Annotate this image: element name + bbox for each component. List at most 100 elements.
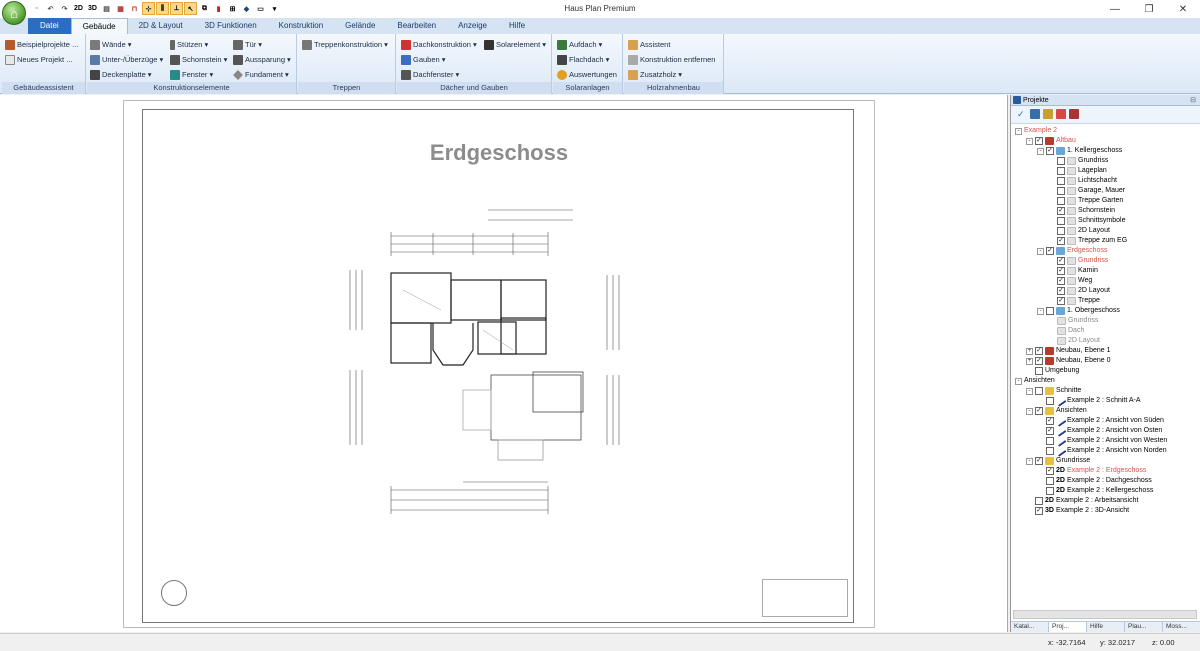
tree-node[interactable]: Example 2 : Ansicht von Westen <box>1037 435 1167 447</box>
tree-node[interactable]: - Ansichten <box>1015 376 1055 386</box>
visibility-checkbox[interactable] <box>1035 367 1043 375</box>
konstruktion-entfernen-button[interactable]: Konstruktion entfernen <box>628 53 715 66</box>
tree-node[interactable]: - 1. Obergeschoss <box>1037 306 1120 316</box>
tree-node[interactable]: ✓ 2D Layout <box>1048 286 1110 296</box>
delete-icon[interactable] <box>1056 109 1066 119</box>
visibility-checkbox[interactable] <box>1035 387 1043 395</box>
visibility-checkbox[interactable]: ✓ <box>1057 237 1065 245</box>
visibility-checkbox[interactable] <box>1046 487 1054 495</box>
tree-node[interactable]: + ✓ Neubau, Ebene 1 <box>1026 346 1111 356</box>
visibility-checkbox[interactable] <box>1046 447 1054 455</box>
tree-node[interactable]: 2D Layout <box>1048 336 1100 346</box>
tree-node[interactable]: ✓ Kamin <box>1048 266 1098 276</box>
tree-node[interactable]: 2D Example 2 : Kellergeschoss <box>1037 486 1153 496</box>
visibility-checkbox[interactable]: ✓ <box>1057 277 1065 285</box>
close-button[interactable]: ✕ <box>1166 0 1200 18</box>
neues-projekt-button[interactable]: Neues Projekt ... <box>5 53 72 66</box>
tree-node[interactable]: ✓ Schornstein <box>1048 206 1115 216</box>
visibility-checkbox[interactable]: ✓ <box>1046 467 1054 475</box>
tree-node[interactable]: ✓ 3D Example 2 : 3D-Ansicht <box>1026 506 1129 516</box>
flachdach-button[interactable]: Flachdach ▾ <box>557 53 609 66</box>
aussparung-button[interactable]: Aussparung ▾ <box>233 53 291 66</box>
gauben-button[interactable]: Gauben ▾ <box>401 53 445 66</box>
assistent-button[interactable]: Assistent <box>628 38 670 51</box>
aufdach-button[interactable]: Aufdach ▾ <box>557 38 602 51</box>
pin-icon[interactable]: ⊟ <box>1190 95 1196 106</box>
visibility-checkbox[interactable] <box>1057 227 1065 235</box>
tree-node[interactable]: - Example 2 <box>1015 126 1057 136</box>
tree-node[interactable]: Dach <box>1048 326 1084 336</box>
tab-katalog[interactable]: Katal... <box>1011 622 1049 632</box>
collapse-icon[interactable]: - <box>1026 387 1033 395</box>
tree-node[interactable]: - ✓ Erdgeschoss <box>1037 246 1107 256</box>
visibility-checkbox[interactable] <box>1046 307 1054 315</box>
panel-scrollbar[interactable] <box>1013 610 1197 619</box>
visibility-checkbox[interactable]: ✓ <box>1057 287 1065 295</box>
visibility-checkbox[interactable]: ✓ <box>1035 457 1043 465</box>
tree-node[interactable]: Lichtschacht <box>1048 176 1117 186</box>
tree-node[interactable]: Example 2 : Ansicht von Norden <box>1037 445 1167 457</box>
waende-button[interactable]: Wände ▾ <box>90 38 132 51</box>
visibility-checkbox[interactable]: ✓ <box>1057 207 1065 215</box>
visibility-checkbox[interactable] <box>1035 497 1043 505</box>
tab-2d-layout[interactable]: 2D & Layout <box>128 18 194 34</box>
tree-node[interactable]: ✓ 2D Example 2 : Erdgeschoss <box>1037 466 1146 476</box>
house-add-icon[interactable] <box>1069 109 1079 119</box>
tree-node[interactable]: + ✓ Neubau, Ebene 0 <box>1026 356 1111 366</box>
tree-node[interactable]: - Schnitte <box>1026 386 1081 396</box>
visibility-checkbox[interactable]: ✓ <box>1046 417 1054 425</box>
tree-node[interactable]: Schnittsymbole <box>1048 216 1125 226</box>
dachkonstruktion-button[interactable]: Dachkonstruktion ▾ <box>401 38 477 51</box>
tuer-button[interactable]: Tür ▾ <box>233 38 262 51</box>
tree-node[interactable]: - ✓ Ansichten <box>1026 406 1087 416</box>
expand-icon[interactable]: + <box>1026 347 1033 355</box>
stuetzen-button[interactable]: Stützen ▾ <box>170 38 208 51</box>
visibility-checkbox[interactable] <box>1057 177 1065 185</box>
tab-gebaeude[interactable]: Gebäude <box>70 18 128 34</box>
app-menu-button[interactable]: ⌂ <box>2 1 26 25</box>
visibility-checkbox[interactable] <box>1046 437 1054 445</box>
tree-node[interactable]: Example 2 : Schnitt A-A <box>1037 395 1141 407</box>
tree-node[interactable]: Treppe Garten <box>1048 196 1123 206</box>
tree-node[interactable]: Umgebung <box>1026 366 1079 376</box>
tab-masse[interactable]: Moss... <box>1163 622 1200 632</box>
collapse-icon[interactable]: - <box>1037 147 1044 155</box>
chart-icon[interactable] <box>1030 109 1040 119</box>
visibility-checkbox[interactable]: ✓ <box>1057 257 1065 265</box>
tab-hilfe[interactable]: Hilfe <box>498 18 536 34</box>
tab-hilfe-panel[interactable]: Hilfe <box>1087 622 1125 632</box>
tree-node[interactable]: Garage, Mauer <box>1048 186 1125 196</box>
check-icon[interactable]: ✓ <box>1017 109 1027 119</box>
tree-node[interactable]: 2D Example 2 : Arbeitsansicht <box>1026 496 1138 506</box>
tree-node[interactable]: ✓ Grundriss <box>1048 256 1108 266</box>
tab-datei[interactable]: Datei <box>28 18 71 34</box>
visibility-checkbox[interactable]: ✓ <box>1035 137 1043 145</box>
tab-plaene[interactable]: Plau... <box>1125 622 1163 632</box>
collapse-icon[interactable]: - <box>1037 247 1044 255</box>
tab-3d-funktionen[interactable]: 3D Funktionen <box>194 18 268 34</box>
tree-node[interactable]: Lageplan <box>1048 166 1107 176</box>
collapse-icon[interactable]: - <box>1015 127 1022 135</box>
tree-node[interactable]: Grundriss <box>1048 156 1108 166</box>
tree-node[interactable]: ✓ Weg <box>1048 276 1092 286</box>
deckenplatte-button[interactable]: Deckenplatte ▾ <box>90 68 152 81</box>
visibility-checkbox[interactable]: ✓ <box>1046 147 1054 155</box>
unterzuege-button[interactable]: Unter-/Überzüge ▾ <box>90 53 163 66</box>
dachfenster-button[interactable]: Dachfenster ▾ <box>401 68 459 81</box>
visibility-checkbox[interactable]: ✓ <box>1046 427 1054 435</box>
tree-node[interactable]: 2D Layout <box>1048 226 1110 236</box>
visibility-checkbox[interactable]: ✓ <box>1035 407 1043 415</box>
visibility-checkbox[interactable] <box>1046 477 1054 485</box>
visibility-checkbox[interactable]: ✓ <box>1035 357 1043 365</box>
tree-node[interactable]: ✓ Example 2 : Ansicht von Süden <box>1037 415 1164 427</box>
visibility-checkbox[interactable] <box>1057 167 1065 175</box>
visibility-checkbox[interactable] <box>1046 397 1054 405</box>
visibility-checkbox[interactable] <box>1057 217 1065 225</box>
tree-node[interactable]: ✓ Treppe zum EG <box>1048 236 1127 246</box>
auswertungen-button[interactable]: Auswertungen <box>557 68 617 81</box>
tree-node[interactable]: - ✓ Grundrisse <box>1026 456 1090 466</box>
fenster-button[interactable]: Fenster ▾ <box>170 68 213 81</box>
tab-anzeige[interactable]: Anzeige <box>447 18 498 34</box>
tree-node[interactable]: - ✓ Altbau <box>1026 136 1076 146</box>
collapse-icon[interactable]: - <box>1026 407 1033 415</box>
